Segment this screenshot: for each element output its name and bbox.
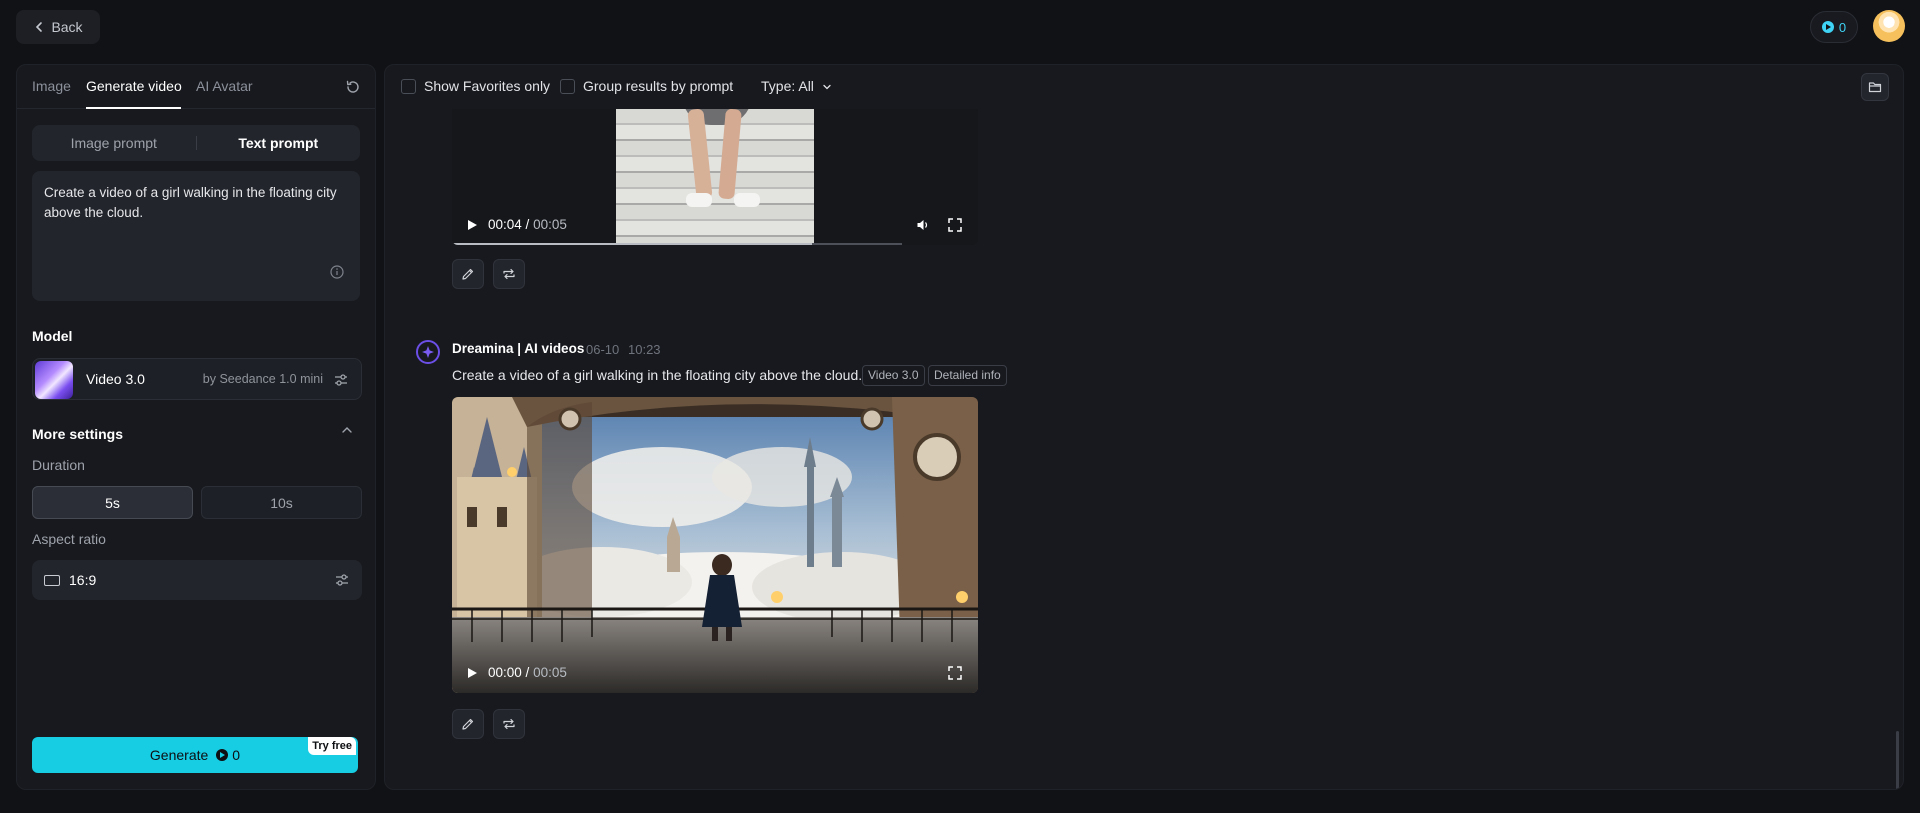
model-tag: Video 3.0 (862, 365, 925, 386)
video-progress-fill-1 (452, 243, 812, 245)
video-time-2: 00:00 / 00:05 (488, 665, 567, 680)
image-prompt-option[interactable]: Image prompt (32, 135, 196, 151)
repeat-icon (503, 268, 515, 280)
bot-name: Dreamina | AI videos (452, 341, 585, 356)
prompt-input[interactable]: Create a video of a girl walking in the … (32, 171, 360, 301)
mode-tabs: Image Generate video AI Avatar (17, 65, 375, 109)
duration-label: Duration (32, 457, 85, 473)
group-filter-label[interactable]: Group results by prompt (583, 78, 733, 94)
model-name: Video 3.0 (86, 371, 145, 387)
favorites-checkbox[interactable] (401, 79, 416, 94)
generate-cost: 0 (216, 747, 240, 763)
type-filter-dropdown[interactable]: Type: All (761, 78, 832, 94)
fullscreen-icon[interactable] (948, 218, 962, 232)
credit-icon (216, 749, 229, 761)
generate-label: Generate (149, 747, 209, 763)
sliders-icon (336, 574, 348, 586)
favorites-filter-label[interactable]: Show Favorites only (424, 78, 550, 94)
regenerate-button-2[interactable] (493, 709, 525, 739)
post-prompt: Create a video of a girl walking in the … (452, 367, 863, 383)
group-checkbox[interactable] (560, 79, 575, 94)
time-current: 00:00 (488, 665, 522, 680)
back-label: Back (51, 19, 83, 35)
back-button[interactable]: Back (16, 10, 100, 44)
reset-icon[interactable] (345, 79, 361, 95)
scrollbar[interactable] (1896, 731, 1899, 789)
post-time: 10:23 (628, 342, 661, 357)
results-panel: Show Favorites only Group results by pro… (384, 64, 1904, 790)
left-panel: Image Generate video AI Avatar Image pro… (16, 64, 376, 790)
post-date: 06-10 (586, 342, 620, 357)
duration-10s-button[interactable]: 10s (201, 486, 362, 519)
more-settings-heading[interactable]: More settings (32, 426, 123, 442)
generate-button[interactable]: Generate 0 Try free (32, 737, 358, 773)
prompt-text: Create a video of a girl walking in the … (44, 185, 337, 220)
results-feed: 00:04 / 00:05 Dreamina | AI videos 06-10… (385, 109, 1903, 789)
detailed-info-tag[interactable]: Detailed info (928, 365, 1007, 386)
video-progress-1[interactable] (452, 243, 902, 245)
time-total: 00:05 (533, 665, 567, 680)
video-player-2[interactable]: 00:00 / 00:05 (452, 397, 978, 693)
filter-bar: Show Favorites only Group results by pro… (385, 65, 1903, 109)
credits-pill[interactable]: 0 (1810, 11, 1858, 43)
aspect-ratio-label: Aspect ratio (32, 531, 106, 547)
user-avatar[interactable] (1873, 10, 1905, 42)
play-icon[interactable] (466, 219, 478, 231)
model-provider: by Seedance 1.0 mini (202, 372, 323, 386)
sliders-icon (335, 374, 347, 386)
info-icon[interactable] (330, 265, 344, 279)
aspect-ratio-icon (44, 575, 60, 586)
text-prompt-option[interactable]: Text prompt (197, 135, 361, 151)
tab-image[interactable]: Image (32, 78, 71, 94)
video-controls-1: 00:04 / 00:05 (452, 205, 978, 245)
type-filter-label: Type: All (761, 78, 814, 94)
prompt-mode-switch: Image prompt Text prompt (32, 125, 360, 161)
video-controls-2: 00:00 / 00:05 (452, 653, 978, 693)
volume-icon[interactable] (916, 218, 930, 232)
aspect-ratio-value: 16:9 (69, 572, 97, 588)
pencil-icon (462, 268, 474, 280)
tab-ai-avatar[interactable]: AI Avatar (196, 78, 253, 94)
bot-avatar (416, 340, 440, 364)
video-player-1[interactable]: 00:04 / 00:05 (452, 109, 978, 245)
floating-city-video-frame (452, 397, 978, 693)
folder-button[interactable] (1861, 73, 1889, 101)
model-heading: Model (32, 328, 73, 344)
time-total: 00:05 (533, 217, 567, 232)
credits-count: 0 (1838, 19, 1847, 35)
duration-5s-button[interactable]: 5s (32, 486, 193, 519)
fullscreen-icon[interactable] (948, 666, 962, 680)
folder-icon (1868, 82, 1882, 93)
dreamina-logo-icon (422, 346, 434, 358)
chevron-left-icon (36, 22, 43, 32)
chevron-down-icon (823, 85, 831, 90)
aspect-ratio-selector[interactable]: 16:9 (32, 560, 362, 600)
tab-generate-video[interactable]: Generate video (86, 78, 182, 94)
model-thumbnail (35, 361, 73, 399)
try-free-badge: Try free (308, 737, 356, 755)
time-current: 00:04 (488, 217, 522, 232)
credit-icon (1821, 21, 1834, 33)
repeat-icon (503, 718, 515, 730)
edit-button-2[interactable] (452, 709, 484, 739)
model-selector[interactable]: Video 3.0 by Seedance 1.0 mini (32, 358, 362, 400)
chevron-up-icon[interactable] (341, 424, 353, 436)
edit-button-1[interactable] (452, 259, 484, 289)
play-icon[interactable] (466, 667, 478, 679)
active-tab-indicator (86, 107, 181, 109)
regenerate-button-1[interactable] (493, 259, 525, 289)
video-time-1: 00:04 / 00:05 (488, 217, 567, 232)
generate-cost-value: 0 (232, 747, 241, 763)
pencil-icon (462, 718, 474, 730)
